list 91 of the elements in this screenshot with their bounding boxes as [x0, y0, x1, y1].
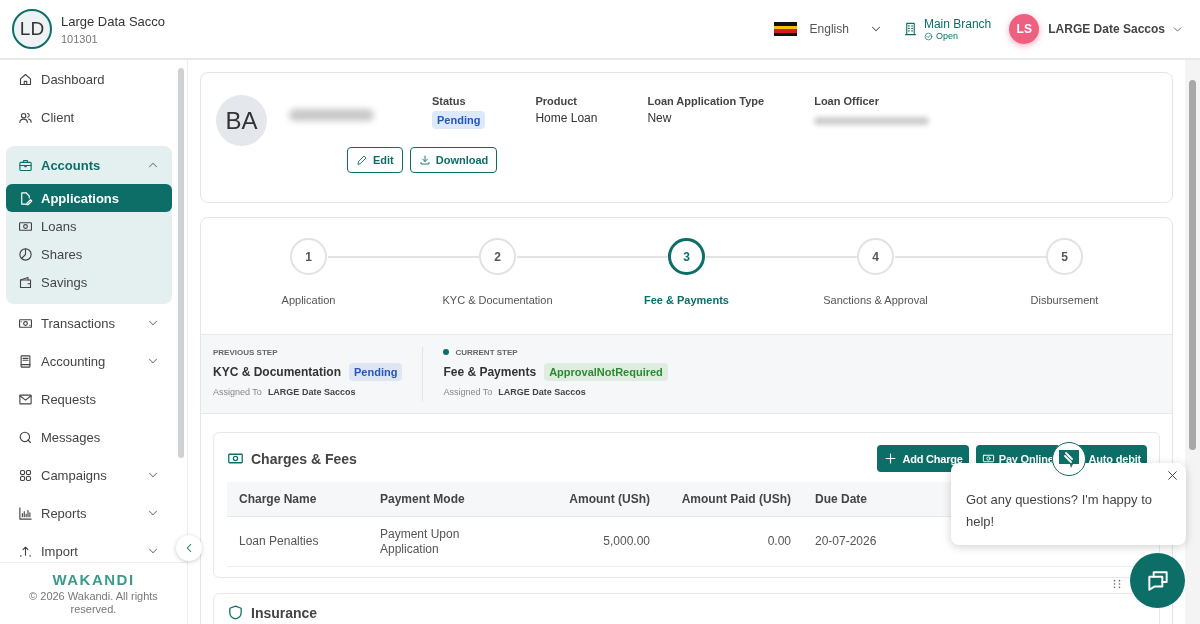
sidebar-item[interactable]: Client [6, 98, 172, 136]
building-icon [902, 21, 918, 37]
chat-logo-icon [1057, 448, 1081, 470]
table-cell-text: Payment Upon Application [379, 525, 461, 558]
org-name: Large Data Sacco [61, 13, 166, 29]
scrollbar[interactable] [1185, 60, 1200, 624]
briefcase-icon [18, 157, 33, 173]
sidebar-item[interactable]: Campaigns [6, 456, 172, 494]
pie-chart-icon [18, 246, 33, 262]
section-title: Charges & Fees [251, 450, 358, 467]
section-title: Insurance [251, 604, 318, 621]
branch-status: Open [935, 31, 958, 41]
book-icon [18, 353, 33, 369]
column-header: Amount (USh) [568, 491, 651, 508]
wallet-icon [18, 274, 33, 290]
column-header: Amount Paid (USh) [680, 491, 792, 508]
status-badge: Pending [432, 111, 486, 129]
table-cell-text: 5,000.00 [602, 533, 651, 550]
step-name: KYC & Documentation [213, 365, 341, 379]
table-cell-text: 20-07-2026 [814, 533, 878, 550]
chat-message: Got any questions? I'm happy to help! [966, 491, 1154, 531]
field-label: Loan Officer [814, 95, 880, 107]
pencil-icon [356, 154, 368, 166]
assigned-label: Assigned To [443, 387, 493, 397]
org-code: 101301 [61, 32, 99, 45]
field-value: New [647, 111, 673, 125]
assignee-name: LARGE Date Saccos [498, 387, 586, 397]
sidebar-item[interactable]: Accounts [6, 146, 172, 184]
status-badge: ApprovalNotRequired [544, 363, 668, 381]
home-icon [18, 71, 33, 87]
language-selector[interactable]: English [809, 22, 849, 36]
upload-icon [18, 543, 33, 559]
step-label: Fee & Payments [644, 294, 729, 306]
step-name: Fee & Payments [443, 365, 537, 379]
step-label: Sanctions & Approval [823, 294, 928, 306]
step-heading: CURRENT STEP [455, 347, 518, 357]
field-label: Status [432, 95, 467, 107]
field-label: Loan Application Type [647, 95, 765, 107]
field-label: Product [535, 95, 578, 107]
status-badge: Pending [349, 363, 403, 381]
table-cell-text: Loan Penalties [238, 533, 320, 550]
sidebar-item[interactable]: Savings [6, 268, 172, 296]
copyright-text: © 2026 Wakandi. All rights reserved. [28, 589, 159, 617]
assigned-label: Assigned To [213, 387, 262, 397]
applicant-avatar: BA [216, 95, 267, 146]
column-header: Due Date [814, 491, 868, 508]
flag-icon [773, 22, 797, 36]
step-label: Application [281, 294, 336, 306]
user-name[interactable]: LARGE Date Saccos [1048, 22, 1165, 36]
step-heading: PREVIOUS STEP [213, 347, 278, 357]
sidebar-item[interactable]: Messages [6, 418, 172, 456]
action-button[interactable]: Add Charge [877, 445, 969, 472]
sidebar-item[interactable]: Accounting [6, 342, 172, 380]
field-value: Home Loan [535, 111, 598, 125]
shield-icon [227, 604, 244, 621]
sidebar-item[interactable]: Reports [6, 494, 172, 532]
close-icon [1166, 469, 1179, 482]
step-circle[interactable]: 4 [857, 238, 894, 275]
bar-chart-icon [18, 505, 33, 521]
check-circle-icon [923, 31, 933, 41]
branch-name[interactable]: Main Branch [923, 17, 992, 31]
download-icon [418, 154, 431, 166]
close-button[interactable] [1166, 469, 1179, 482]
step-circle[interactable]: 5 [1046, 238, 1083, 275]
collapse-button[interactable] [176, 535, 202, 561]
plus-icon [883, 451, 899, 466]
outline-button[interactable]: Edit [347, 147, 403, 173]
sidebar-item[interactable]: Transactions [6, 304, 172, 342]
sidebar-item[interactable]: Requests [6, 380, 172, 418]
mail-icon [18, 391, 33, 407]
step-circle[interactable]: 2 [479, 238, 516, 275]
sidebar-item[interactable]: Applications [6, 184, 172, 212]
org-avatar: LD [12, 9, 52, 49]
wakandi-logo: WAKANDI [52, 570, 135, 588]
scrollbar-thumb[interactable] [1189, 80, 1196, 450]
assignee-name: LARGE Date Saccos [267, 387, 356, 397]
sidebar-item[interactable]: Shares [6, 240, 172, 268]
column-header: Charge Name [238, 491, 318, 508]
scrollbar-thumb[interactable] [178, 68, 184, 458]
grid-icon [18, 467, 33, 483]
column-header: Payment Mode [379, 491, 466, 508]
sidebar-item[interactable]: Dashboard [6, 60, 172, 98]
document-pen-icon [18, 190, 33, 206]
table-cell-text: 0.00 [766, 533, 792, 550]
step-label: Disbursement [1030, 294, 1099, 306]
step-circle[interactable]: 1 [290, 238, 327, 275]
step-circle[interactable]: 3 [668, 238, 705, 275]
outline-button[interactable]: Download [409, 147, 498, 173]
sidebar-item[interactable]: Loans [6, 212, 172, 240]
step-label: KYC & Documentation [442, 294, 553, 306]
sidebar-item[interactable]: Import [6, 532, 172, 562]
